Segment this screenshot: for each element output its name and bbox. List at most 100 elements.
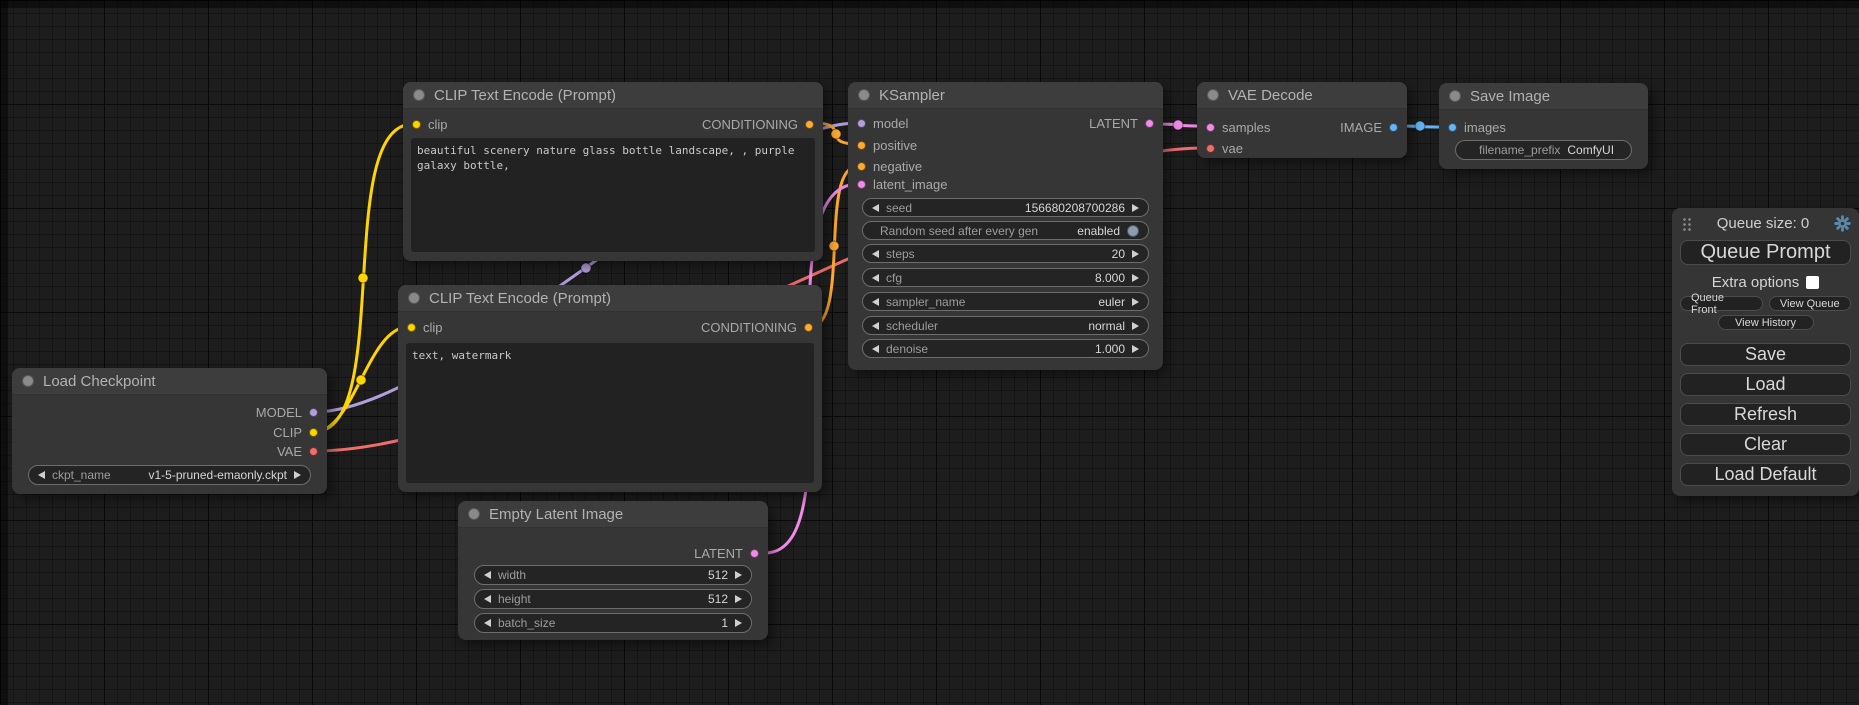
toggle-dot[interactable] [1127,225,1139,237]
clip-slot-dot[interactable] [309,428,318,437]
increment-arrow-icon[interactable] [1132,322,1139,330]
slot-row: clip CONDITIONING [407,319,813,336]
model-slot-dot[interactable] [309,408,318,417]
image-output-dot[interactable] [1389,123,1398,132]
node-title-bar[interactable]: Empty Latent Image [458,501,768,528]
collapse-dot[interactable] [22,375,34,387]
collapse-dot[interactable] [1207,89,1219,101]
node-empty-latent-image[interactable]: Empty Latent Image LATENT width 512 heig… [458,501,768,640]
drag-handle-icon[interactable] [1682,217,1692,231]
prompt-textarea[interactable]: beautiful scenery nature glass bottle la… [411,138,815,252]
settings-gear-icon[interactable] [1834,215,1851,232]
refresh-button[interactable]: Refresh [1680,403,1851,426]
widget-batch-size[interactable]: batch_size 1 [474,613,752,633]
input-slot-negative: negative [857,158,1154,175]
slot-row-vae: vae [1206,140,1398,157]
conditioning-output-dot[interactable] [804,323,813,332]
node-ksampler[interactable]: KSampler model LATENT positive negative … [848,82,1163,370]
view-queue-button[interactable]: View Queue [1769,296,1852,311]
decrement-arrow-icon[interactable] [872,204,879,212]
node-title: Load Checkpoint [43,373,156,390]
vae-input-dot[interactable] [1206,144,1215,153]
decrement-arrow-icon[interactable] [38,471,45,479]
increment-arrow-icon[interactable] [1132,345,1139,353]
node-title: CLIP Text Encode (Prompt) [429,290,611,307]
clip-input-dot[interactable] [407,323,416,332]
widget-width[interactable]: width 512 [474,565,752,585]
extra-options-checkbox[interactable] [1806,276,1819,289]
widget-sampler-name[interactable]: sampler_name euler [862,292,1149,311]
node-title-bar[interactable]: CLIP Text Encode (Prompt) [403,82,823,109]
output-slot-vae: VAE [21,443,318,460]
samples-input-dot[interactable] [1206,123,1215,132]
widget-cfg[interactable]: cfg 8.000 [862,268,1149,287]
decrement-arrow-icon[interactable] [872,345,879,353]
decrement-arrow-icon[interactable] [484,619,491,627]
node-title-bar[interactable]: Save Image [1439,83,1648,110]
decrement-arrow-icon[interactable] [872,250,879,258]
increment-arrow-icon[interactable] [735,619,742,627]
model-input-dot[interactable] [857,119,866,128]
increment-arrow-icon[interactable] [294,471,301,479]
increment-arrow-icon[interactable] [1132,274,1139,282]
node-clip-text-encode-positive[interactable]: CLIP Text Encode (Prompt) clip CONDITION… [403,82,823,261]
node-clip-text-encode-negative[interactable]: CLIP Text Encode (Prompt) clip CONDITION… [398,285,822,492]
negative-input-dot[interactable] [857,162,866,171]
increment-arrow-icon[interactable] [1132,298,1139,306]
queue-front-button[interactable]: Queue Front [1680,296,1763,311]
vae-slot-dot[interactable] [309,447,318,456]
load-button[interactable]: Load [1680,373,1851,396]
collapse-dot[interactable] [858,89,870,101]
comfyui-canvas[interactable]: Load Checkpoint MODEL CLIP VAE ckpt_name… [0,0,1859,705]
images-input-dot[interactable] [1448,123,1457,132]
save-button[interactable]: Save [1680,343,1851,366]
link-midpoint-dot [358,273,368,283]
widget-steps[interactable]: steps 20 [862,244,1149,263]
decrement-arrow-icon[interactable] [484,571,491,579]
collapse-dot[interactable] [1449,90,1461,102]
node-title-bar[interactable]: KSampler [848,82,1163,109]
queue-prompt-button[interactable]: Queue Prompt [1680,240,1851,265]
node-title: CLIP Text Encode (Prompt) [434,87,616,104]
node-title: VAE Decode [1228,87,1313,104]
increment-arrow-icon[interactable] [1132,204,1139,212]
widget-scheduler[interactable]: scheduler normal [862,316,1149,335]
clip-input-dot[interactable] [412,120,421,129]
node-title-bar[interactable]: VAE Decode [1197,82,1407,109]
collapse-dot[interactable] [413,89,425,101]
decrement-arrow-icon[interactable] [872,322,879,330]
latent-output-dot[interactable] [750,549,759,558]
output-slot-latent: LATENT [467,545,759,562]
widget-denoise[interactable]: denoise 1.000 [862,339,1149,358]
node-title: Save Image [1470,88,1550,105]
node-title-bar[interactable]: Load Checkpoint [12,368,327,395]
widget-filename-prefix[interactable]: filename_prefix ComfyUI [1455,140,1632,160]
decrement-arrow-icon[interactable] [872,274,879,282]
prompt-textarea[interactable]: text, watermark [406,343,814,483]
node-load-checkpoint[interactable]: Load Checkpoint MODEL CLIP VAE ckpt_name… [12,368,327,494]
node-vae-decode[interactable]: VAE Decode samples IMAGE vae [1197,82,1407,158]
latent-input-dot[interactable] [857,180,866,189]
widget-seed[interactable]: seed 156680208700286 [862,198,1149,217]
increment-arrow-icon[interactable] [735,571,742,579]
link-midpoint-dot [831,129,841,139]
conditioning-output-dot[interactable] [805,120,814,129]
widget-height[interactable]: height 512 [474,589,752,609]
latent-output-dot[interactable] [1145,119,1154,128]
collapse-dot[interactable] [468,508,480,520]
widget-random-seed-toggle[interactable]: Random seed after every gen enabled [862,221,1149,240]
node-title-bar[interactable]: CLIP Text Encode (Prompt) [398,285,822,312]
node-save-image[interactable]: Save Image images filename_prefix ComfyU… [1439,83,1648,169]
widget-ckpt-name[interactable]: ckpt_name v1-5-pruned-emaonly.ckpt [28,465,311,485]
decrement-arrow-icon[interactable] [872,298,879,306]
clear-button[interactable]: Clear [1680,433,1851,456]
load-default-button[interactable]: Load Default [1680,463,1851,486]
positive-input-dot[interactable] [857,141,866,150]
view-history-button[interactable]: View History [1718,315,1814,330]
input-slot-images: images [1448,119,1639,136]
decrement-arrow-icon[interactable] [484,595,491,603]
queue-menu-panel[interactable]: Queue size: 0 Queue Prompt Extra options [1672,208,1859,496]
collapse-dot[interactable] [408,292,420,304]
increment-arrow-icon[interactable] [735,595,742,603]
increment-arrow-icon[interactable] [1132,250,1139,258]
